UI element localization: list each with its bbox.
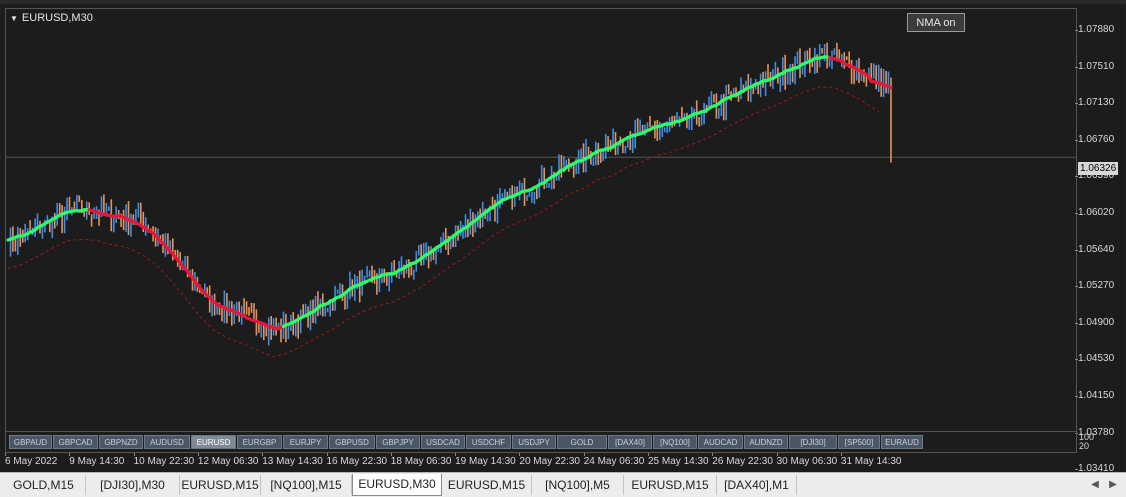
price-tick-label: 1.07510 (1074, 60, 1115, 72)
price-tick-label: 1.04900 (1074, 316, 1115, 328)
symbol-button[interactable]: GBPAUD (9, 435, 52, 449)
current-price-label: 1.06326 (1078, 162, 1119, 175)
symbol-button[interactable]: [DAX40] (608, 435, 652, 449)
chart-tab[interactable]: EURUSD,M15 (180, 475, 261, 495)
time-tick-label: 10 May 22:30 (133, 453, 195, 467)
price-tick-label: 1.05640 (1074, 243, 1115, 255)
symbol-button[interactable]: [DJI30] (789, 435, 837, 449)
chevron-down-icon[interactable]: ▼ (10, 14, 18, 23)
price-tick-label: 1.04530 (1074, 353, 1115, 365)
symbol-button[interactable]: [SP500] (838, 435, 880, 449)
time-tick-label: 6 May 2022 (5, 453, 58, 467)
chart-tab-bar: GOLD,M15 [DJI30],M30 EURUSD,M15 [NQ100],M15… (0, 472, 1126, 497)
time-tick-label: 16 May 22:30 (326, 453, 388, 467)
symbol-button[interactable]: GBPCAD (53, 435, 98, 449)
price-tick-label: 1.07130 (1074, 97, 1115, 109)
time-tick-label: 30 May 06:30 (776, 453, 838, 467)
time-tick-label: 20 May 22:30 (519, 453, 580, 467)
time-axis: 6 May 2022 9 May 14:30 10 May 22:30 12 May … (5, 453, 1077, 470)
trailing-stop-line (7, 86, 879, 358)
price-tick-label: 1.05270 (1074, 280, 1115, 292)
symbol-button[interactable]: GBPUSD (329, 435, 375, 449)
price-chart-svg (6, 42, 1076, 358)
nma-toggle-button[interactable]: NMA on (907, 13, 965, 32)
price-chart-area[interactable]: ▼ EURUSD,M30 NMA on (5, 8, 1077, 432)
symbol-panel: GBPAUD GBPCAD GBPNZD AUDUSD EURUSD EURGBP EURJ… (5, 432, 1077, 453)
chart-tab[interactable]: GOLD,M15 (2, 475, 86, 495)
time-tick-label: 13 May 14:30 (262, 453, 323, 467)
tab-scroll-left-icon[interactable]: ◀ (1088, 477, 1102, 493)
price-axis: 1.07880 1.07510 1.07130 1.06760 1.06390 1.060… (1074, 8, 1124, 474)
symbol-button[interactable]: [NQ100] (653, 435, 697, 449)
time-tick-label: 18 May 06:30 (390, 453, 452, 467)
time-tick-label: 9 May 14:30 (69, 453, 125, 467)
symbol-button[interactable]: AUDCAD (698, 435, 743, 449)
chart-tab[interactable]: EURUSD,M15 (442, 475, 532, 495)
price-tick-label: 1.04150 (1074, 390, 1115, 401)
time-tick-label: 12 May 06:30 (197, 453, 259, 467)
symbol-button[interactable]: USDCHF (466, 435, 511, 449)
chart-tab[interactable]: [DAX40],M1 (717, 475, 797, 495)
symbol-button[interactable]: EURJPY (283, 435, 328, 449)
subwindow-axis: 100 20 (1078, 432, 1124, 453)
time-tick-label: 31 May 14:30 (840, 453, 902, 467)
price-tick-label: 1.07880 (1074, 24, 1115, 35)
symbol-button[interactable]: USDCAD (421, 435, 465, 449)
trend-line-segment (886, 84, 893, 90)
symbol-button[interactable]: EURUSD (191, 435, 236, 449)
chart-symbol-label: EURUSD,M30 (21, 12, 93, 24)
symbol-button[interactable]: AUDNZD (744, 435, 788, 449)
symbol-button[interactable]: EURAUD (881, 435, 923, 449)
symbol-button[interactable]: EURGBP (237, 435, 282, 449)
chart-title: ▼ EURUSD,M30 (10, 12, 93, 24)
chart-tab[interactable]: EURUSD,M15 (624, 475, 717, 495)
price-tick-label: 1.06760 (1074, 133, 1115, 145)
symbol-button[interactable]: AUDUSD (144, 435, 190, 449)
time-tick-label: 24 May 06:30 (583, 453, 645, 467)
price-tick-label: 1.06020 (1074, 207, 1115, 218)
time-tick-label: 19 May 14:30 (455, 453, 516, 467)
symbol-button[interactable]: GBPNZD (99, 435, 143, 449)
tab-scroll-right-icon[interactable]: ▶ (1106, 477, 1120, 493)
subwindow-axis-bottom: 20 (1079, 441, 1090, 451)
time-tick-label: 26 May 22:30 (712, 453, 773, 467)
chart-tab[interactable]: [NQ100],M15 (261, 475, 352, 495)
symbol-button[interactable]: GOLD (557, 435, 607, 449)
chart-tab[interactable]: [NQ100],M5 (532, 475, 624, 495)
chart-tab[interactable]: [DJI30],M30 (86, 475, 180, 495)
symbol-button[interactable]: USDJPY (512, 435, 556, 449)
time-tick-label: 25 May 14:30 (648, 453, 709, 467)
chart-tab[interactable]: EURUSD,M30 (352, 474, 442, 496)
chart-window: ▼ EURUSD,M30 NMA on 1.07880 1.07510 1.07130… (2, 4, 1124, 474)
symbol-button[interactable]: GBPJPY (376, 435, 420, 449)
